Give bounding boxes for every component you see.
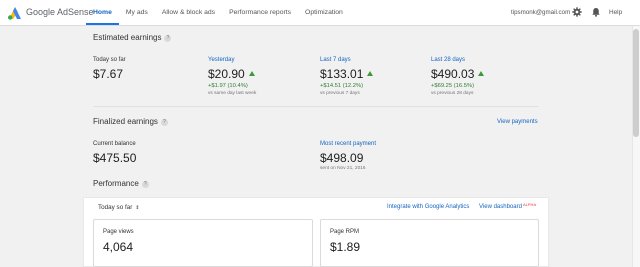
- payment-sent-date: sent on Nov 21, 2016: [320, 166, 366, 171]
- help-link[interactable]: Help: [609, 9, 622, 16]
- nav-optimization[interactable]: Optimization: [298, 0, 350, 25]
- up-arrow-icon: [248, 71, 255, 76]
- top-bar: Google AdSense Home My ads Allow & block…: [0, 0, 640, 26]
- brand-name: Google AdSense: [26, 7, 94, 17]
- finalized-earnings-title: Finalized earnings?: [93, 117, 168, 126]
- view-dashboard-link[interactable]: View dashboard: [479, 204, 522, 210]
- scrollbar-thumb[interactable]: [633, 29, 639, 137]
- last-28-days-label[interactable]: Last 28 days: [431, 57, 465, 63]
- recent-payment-label[interactable]: Most recent payment: [320, 141, 376, 147]
- section-divider: [93, 106, 539, 107]
- last-28-days-change: +$69.25 (16.5%): [431, 83, 475, 89]
- page-views-card[interactable]: Page views 4,064: [93, 219, 313, 267]
- last-7-days-compare: vs previous 7 days: [320, 91, 360, 96]
- help-circle-icon[interactable]: ?: [164, 35, 172, 42]
- estimated-earnings-title: Estimated earnings?: [93, 33, 172, 42]
- main-nav: Home My ads Allow & block ads Performanc…: [86, 0, 350, 26]
- adsense-logo-icon[interactable]: [7, 5, 23, 20]
- help-circle-icon[interactable]: ?: [160, 119, 168, 126]
- yesterday-value: $20.90: [208, 67, 255, 81]
- sort-arrows-icon: ⇕: [135, 205, 140, 211]
- today-value: $7.67: [93, 67, 124, 81]
- page-rpm-label: Page RPM: [330, 229, 360, 235]
- nav-home[interactable]: Home: [86, 0, 119, 25]
- current-balance-label: Current balance: [93, 141, 136, 147]
- nav-performance-reports[interactable]: Performance reports: [222, 0, 298, 25]
- account-email[interactable]: tipsmonk@gmail.com: [511, 9, 570, 16]
- performance-title: Performance?: [93, 179, 149, 188]
- current-balance-value: $475.50: [93, 151, 137, 165]
- bell-icon[interactable]: [591, 7, 601, 17]
- yesterday-change: +$1.97 (10.4%): [208, 83, 248, 89]
- last-28-days-value: $490.03: [431, 67, 485, 81]
- page-rpm-value: $1.89: [330, 240, 361, 254]
- page-views-value: 4,064: [103, 240, 134, 254]
- page-rpm-card[interactable]: Page RPM $1.89: [320, 219, 539, 267]
- date-range-dropdown[interactable]: Today so far ⇕: [98, 204, 140, 211]
- up-arrow-icon: [478, 71, 485, 76]
- gear-icon[interactable]: [572, 7, 582, 17]
- view-payments-link[interactable]: View payments: [497, 119, 538, 125]
- last-28-days-compare: vs previous 28 days: [431, 91, 474, 96]
- help-circle-icon[interactable]: ?: [141, 181, 149, 188]
- last-7-days-label[interactable]: Last 7 days: [320, 57, 351, 63]
- last-7-days-value: $133.01: [320, 67, 374, 81]
- recent-payment-value: $498.09: [320, 151, 364, 165]
- yesterday-label[interactable]: Yesterday: [208, 57, 234, 63]
- yesterday-compare: vs same day last week: [208, 91, 257, 96]
- integrate-analytics-link[interactable]: Integrate with Google Analytics: [387, 204, 469, 210]
- today-label: Today so far: [93, 57, 126, 63]
- up-arrow-icon: [367, 71, 374, 76]
- nav-allow-block-ads[interactable]: Allow & block ads: [155, 0, 222, 25]
- nav-my-ads[interactable]: My ads: [119, 0, 155, 25]
- page-views-label: Page views: [103, 229, 134, 235]
- alpha-badge: ALPHA: [523, 202, 537, 207]
- last-7-days-change: +$14.51 (12.2%): [320, 83, 364, 89]
